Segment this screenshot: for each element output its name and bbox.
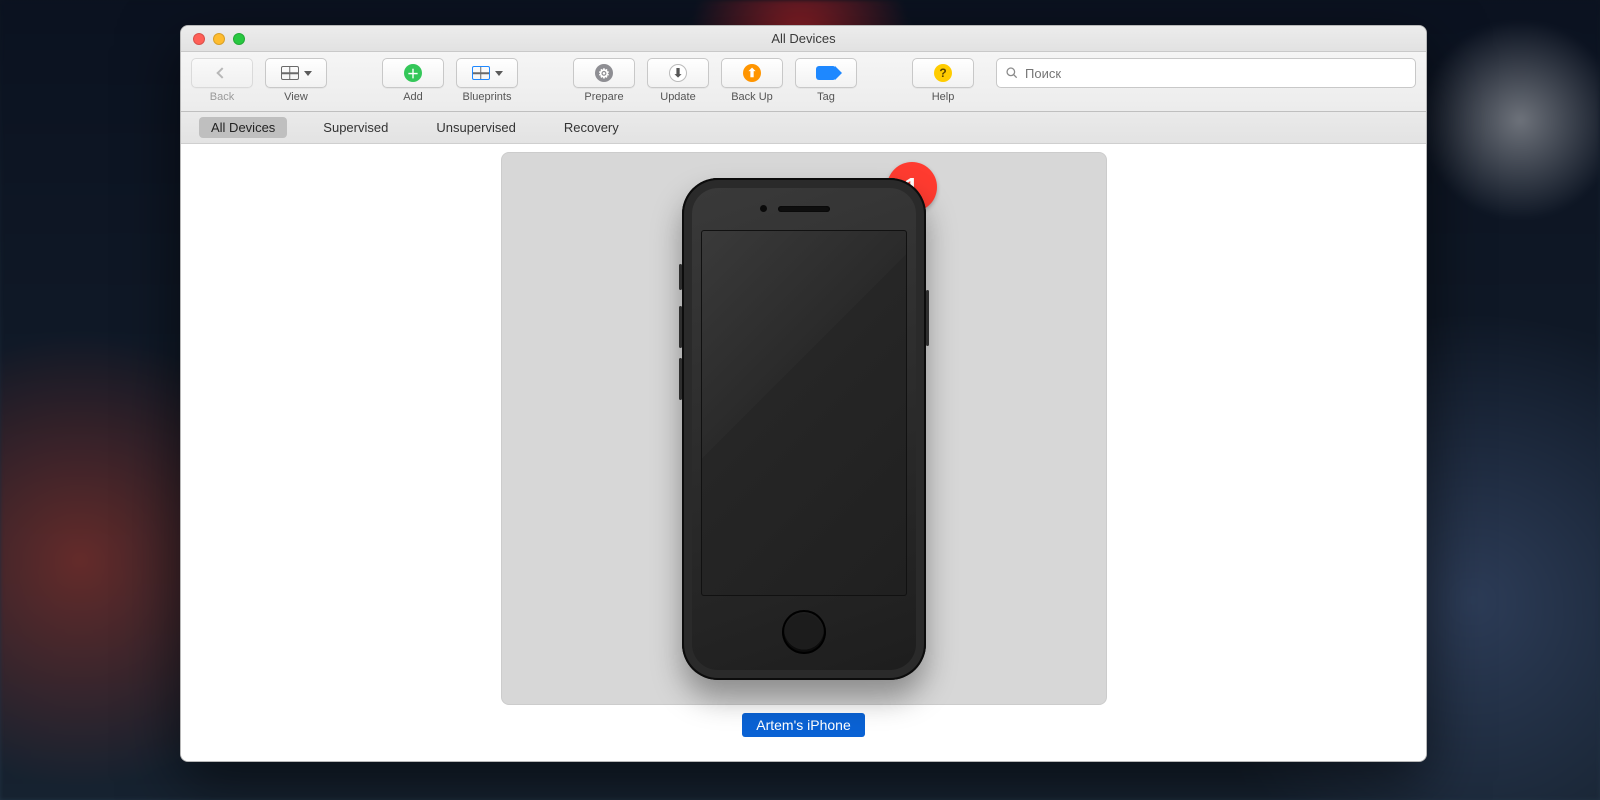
back-button[interactable] bbox=[191, 58, 253, 88]
device-name-label[interactable]: Artem's iPhone bbox=[742, 713, 865, 737]
blueprints-label: Blueprints bbox=[463, 91, 512, 103]
prepare-button[interactable]: ⚙ bbox=[573, 58, 635, 88]
scope-all-devices[interactable]: All Devices bbox=[199, 117, 287, 138]
help-icon: ? bbox=[934, 64, 952, 82]
chevron-down-icon bbox=[304, 71, 312, 76]
blueprint-icon bbox=[472, 66, 490, 80]
phone-mute-switch-icon bbox=[679, 264, 682, 290]
back-label: Back bbox=[210, 91, 234, 103]
phone-home-button-icon bbox=[782, 610, 826, 654]
traffic-lights bbox=[193, 33, 245, 45]
search-input[interactable] bbox=[1025, 66, 1407, 81]
search-field[interactable] bbox=[996, 58, 1416, 88]
toolbar: Back View ＋ Add Blueprints bbox=[181, 52, 1426, 112]
add-button[interactable]: ＋ bbox=[382, 58, 444, 88]
add-group: ＋ Add bbox=[382, 58, 444, 103]
backup-label: Back Up bbox=[731, 91, 773, 103]
device-thumbnail bbox=[682, 178, 926, 680]
scope-supervised[interactable]: Supervised bbox=[311, 117, 400, 138]
view-group: View bbox=[265, 58, 327, 103]
phone-screen-icon bbox=[701, 230, 907, 596]
grid-icon bbox=[281, 66, 299, 80]
plus-icon: ＋ bbox=[404, 64, 422, 82]
scope-unsupervised[interactable]: Unsupervised bbox=[424, 117, 528, 138]
minimize-window-button[interactable] bbox=[213, 33, 225, 45]
backup-group: ⬆ Back Up bbox=[721, 58, 783, 103]
help-label: Help bbox=[932, 91, 955, 103]
add-label: Add bbox=[403, 91, 423, 103]
blueprints-button[interactable] bbox=[456, 58, 518, 88]
scope-recovery[interactable]: Recovery bbox=[552, 117, 631, 138]
update-button[interactable]: ⬇ bbox=[647, 58, 709, 88]
phone-volume-down-icon bbox=[679, 358, 682, 400]
scope-bar: All Devices Supervised Unsupervised Reco… bbox=[181, 112, 1426, 144]
gear-icon: ⚙ bbox=[595, 64, 613, 82]
help-group: ? Help bbox=[912, 58, 974, 103]
tag-icon bbox=[816, 66, 836, 80]
search-group bbox=[996, 58, 1416, 88]
phone-speaker-icon bbox=[778, 206, 830, 212]
view-button[interactable] bbox=[265, 58, 327, 88]
close-window-button[interactable] bbox=[193, 33, 205, 45]
chevron-left-icon bbox=[216, 67, 227, 78]
download-icon: ⬇ bbox=[669, 64, 687, 82]
zoom-window-button[interactable] bbox=[233, 33, 245, 45]
device-card[interactable]: 1 bbox=[501, 152, 1107, 705]
prepare-group: ⚙ Prepare bbox=[573, 58, 635, 103]
back-group: Back bbox=[191, 58, 253, 103]
update-label: Update bbox=[660, 91, 695, 103]
update-group: ⬇ Update bbox=[647, 58, 709, 103]
blueprints-group: Blueprints bbox=[456, 58, 518, 103]
tag-group: Tag bbox=[795, 58, 857, 103]
phone-power-button-icon bbox=[926, 290, 929, 346]
window-title: All Devices bbox=[181, 31, 1426, 46]
chevron-down-icon bbox=[495, 71, 503, 76]
prepare-label: Prepare bbox=[584, 91, 623, 103]
titlebar: All Devices bbox=[181, 26, 1426, 52]
help-button[interactable]: ? bbox=[912, 58, 974, 88]
backup-button[interactable]: ⬆ bbox=[721, 58, 783, 88]
search-icon bbox=[1005, 66, 1019, 80]
tag-label: Tag bbox=[817, 91, 835, 103]
app-window: All Devices Back View ＋ Add bbox=[180, 25, 1427, 762]
view-label: View bbox=[284, 91, 308, 103]
phone-volume-up-icon bbox=[679, 306, 682, 348]
phone-camera-icon bbox=[760, 205, 767, 212]
content-area: 1 Artem's iPhone bbox=[181, 144, 1426, 761]
upload-icon: ⬆ bbox=[743, 64, 761, 82]
tag-button[interactable] bbox=[795, 58, 857, 88]
